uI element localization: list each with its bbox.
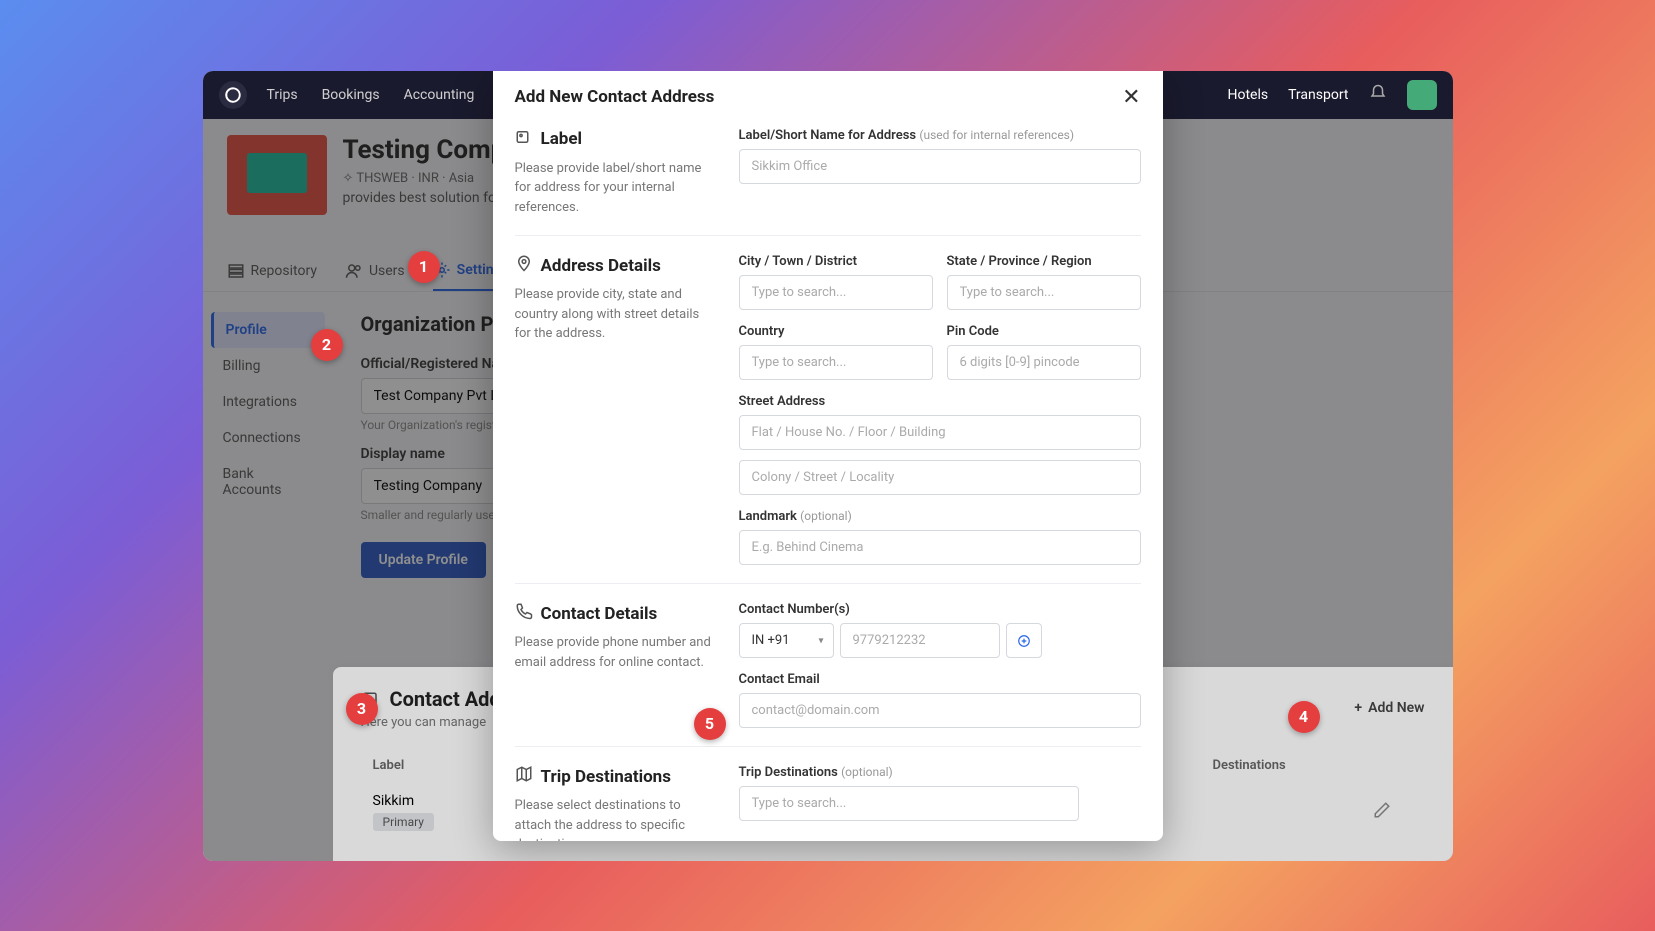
label-desc: Please provide label/short name for addr… [515, 159, 715, 218]
trip-destinations-section: Trip Destinations Please select destinat… [515, 746, 1141, 841]
app-window: Trips Bookings Accounting Hotels Transpo… [203, 71, 1453, 861]
trip-desc: Please select destinations to attach the… [515, 796, 715, 841]
map-icon [515, 765, 533, 788]
nav-trips[interactable]: Trips [267, 87, 298, 103]
contact-details-desc: Please provide phone number and email ad… [515, 633, 715, 672]
annotation-1: 1 [408, 251, 440, 283]
add-new-button[interactable]: + Add New [1354, 700, 1424, 716]
pin-input[interactable] [947, 345, 1141, 380]
contact-email-input[interactable] [739, 693, 1141, 728]
phone-icon [515, 602, 533, 625]
th-destinations: Destinations [1213, 758, 1413, 773]
state-input[interactable] [947, 275, 1141, 310]
city-label: City / Town / District [739, 254, 933, 269]
annotation-4: 4 [1288, 701, 1320, 733]
nav-hotels[interactable]: Hotels [1227, 87, 1268, 103]
app-logo[interactable] [219, 81, 247, 109]
phone-number-input[interactable] [840, 623, 1000, 658]
street1-input[interactable] [739, 415, 1141, 450]
address-section: Address Details Please provide city, sta… [515, 235, 1141, 583]
edit-icon[interactable] [1373, 801, 1413, 823]
user-avatar[interactable] [1407, 80, 1437, 110]
tag-icon [515, 128, 533, 151]
trip-field-label: Trip Destinations (optional) [739, 765, 1141, 780]
landmark-input[interactable] [739, 530, 1141, 565]
state-label: State / Province / Region [947, 254, 1141, 269]
contact-number-label: Contact Number(s) [739, 602, 1141, 617]
nav-accounting[interactable]: Accounting [404, 87, 475, 103]
topbar-right: Hotels Transport [1227, 80, 1436, 110]
country-input[interactable] [739, 345, 933, 380]
add-phone-button[interactable] [1006, 623, 1042, 658]
annotation-2: 2 [311, 329, 343, 361]
address-desc: Please provide city, state and country a… [515, 285, 715, 344]
annotation-3: 3 [346, 693, 378, 725]
country-label: Country [739, 324, 933, 339]
annotation-5: 5 [694, 708, 726, 740]
contact-details-section: Contact Details Please provide phone num… [515, 583, 1141, 746]
modal-header: Add New Contact Address ✕ [493, 71, 1163, 124]
modal-title: Add New Contact Address [515, 87, 715, 107]
contact-email-label: Contact Email [739, 672, 1141, 687]
plus-icon: + [1354, 700, 1362, 716]
label-field-label: Label/Short Name for Address (used for i… [739, 128, 1141, 143]
topbar-nav: Trips Bookings Accounting [267, 87, 475, 103]
label-section: Label Please provide label/short name fo… [515, 124, 1141, 236]
city-input[interactable] [739, 275, 933, 310]
landmark-label: Landmark (optional) [739, 509, 1141, 524]
close-icon[interactable]: ✕ [1122, 85, 1140, 110]
nav-bookings[interactable]: Bookings [322, 87, 380, 103]
street-label: Street Address [739, 394, 1141, 409]
country-code-select[interactable] [739, 623, 834, 658]
nav-transport[interactable]: Transport [1288, 87, 1348, 103]
notification-icon[interactable] [1369, 84, 1387, 106]
street2-input[interactable] [739, 460, 1141, 495]
pin-label: Pin Code [947, 324, 1141, 339]
primary-badge: Primary [373, 813, 434, 831]
trip-destinations-input[interactable] [739, 786, 1079, 821]
add-contact-modal: Add New Contact Address ✕ Label Please p… [493, 71, 1163, 841]
label-input[interactable] [739, 149, 1141, 184]
location-icon [515, 254, 533, 277]
